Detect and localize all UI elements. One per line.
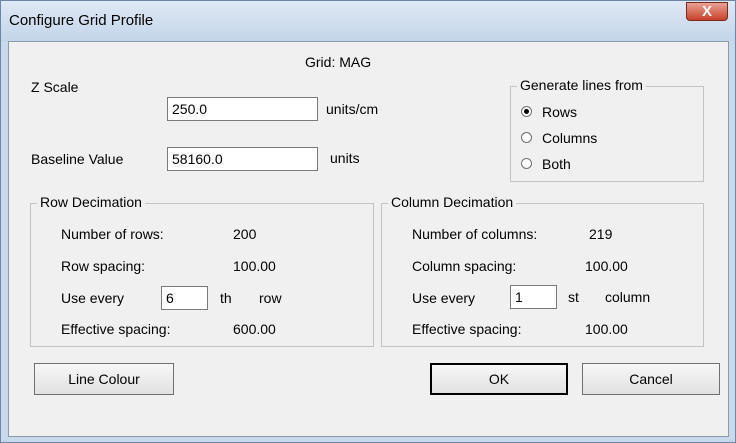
configure-grid-profile-dialog: Configure Grid Profile X Grid: MAG Z Sca… <box>0 0 736 443</box>
close-button[interactable]: X <box>686 2 728 21</box>
row-decimation-group: Row Decimation Number of rows: 200 Row s… <box>30 194 374 347</box>
row-spacing-label: Row spacing: <box>61 258 146 274</box>
row-use-every-input[interactable] <box>161 286 208 310</box>
column-count-label: Number of columns: <box>412 226 538 242</box>
row-count-label: Number of rows: <box>61 226 164 242</box>
window-title: Configure Grid Profile <box>9 12 154 29</box>
radio-rows-indicator[interactable] <box>521 106 532 117</box>
baseline-input[interactable] <box>167 147 318 171</box>
line-colour-button[interactable]: Line Colour <box>34 363 174 395</box>
cancel-button[interactable]: Cancel <box>582 363 720 395</box>
column-spacing-label: Column spacing: <box>412 258 517 274</box>
column-effective-label: Effective spacing: <box>412 321 522 337</box>
radio-rows-label[interactable]: Rows <box>542 104 577 120</box>
radio-both-label[interactable]: Both <box>542 156 571 172</box>
column-use-every-unit: column <box>605 289 651 305</box>
z-scale-unit: units/cm <box>326 101 379 117</box>
title-bar[interactable]: Configure Grid Profile X <box>1 1 735 41</box>
row-spacing-value: 100.00 <box>233 258 276 274</box>
generate-lines-title: Generate lines from <box>517 77 646 93</box>
row-count-value: 200 <box>233 226 257 242</box>
radio-both-indicator[interactable] <box>521 158 532 169</box>
column-effective-value: 100.00 <box>585 321 628 337</box>
baseline-unit: units <box>330 150 360 166</box>
close-icon: X <box>701 3 712 20</box>
radio-columns-label[interactable]: Columns <box>542 130 597 146</box>
column-use-every-suffix: st <box>568 289 579 305</box>
column-decimation-title: Column Decimation <box>388 194 517 210</box>
row-effective-value: 600.00 <box>233 321 276 337</box>
radio-columns-indicator[interactable] <box>521 132 532 143</box>
ok-button[interactable]: OK <box>430 363 568 395</box>
generate-lines-group: Generate lines from Rows Columns Both <box>510 77 704 182</box>
row-use-every-unit: row <box>259 290 282 306</box>
baseline-label: Baseline Value <box>31 151 124 167</box>
row-use-every-label: Use every <box>61 290 125 306</box>
column-count-value: 219 <box>589 226 613 242</box>
column-decimation-group: Column Decimation Number of columns: 219… <box>381 194 704 347</box>
grid-name-label: Grid: MAG <box>305 54 372 70</box>
z-scale-input[interactable] <box>167 97 318 121</box>
column-spacing-value: 100.00 <box>585 258 628 274</box>
row-decimation-title: Row Decimation <box>37 194 145 210</box>
row-effective-label: Effective spacing: <box>61 321 171 337</box>
dialog-client-area: Grid: MAG Z Scale units/cm Baseline Valu… <box>8 41 729 437</box>
column-use-every-input[interactable] <box>510 285 557 309</box>
z-scale-label: Z Scale <box>31 79 79 95</box>
column-use-every-label: Use every <box>412 290 476 306</box>
row-use-every-suffix: th <box>220 290 232 306</box>
